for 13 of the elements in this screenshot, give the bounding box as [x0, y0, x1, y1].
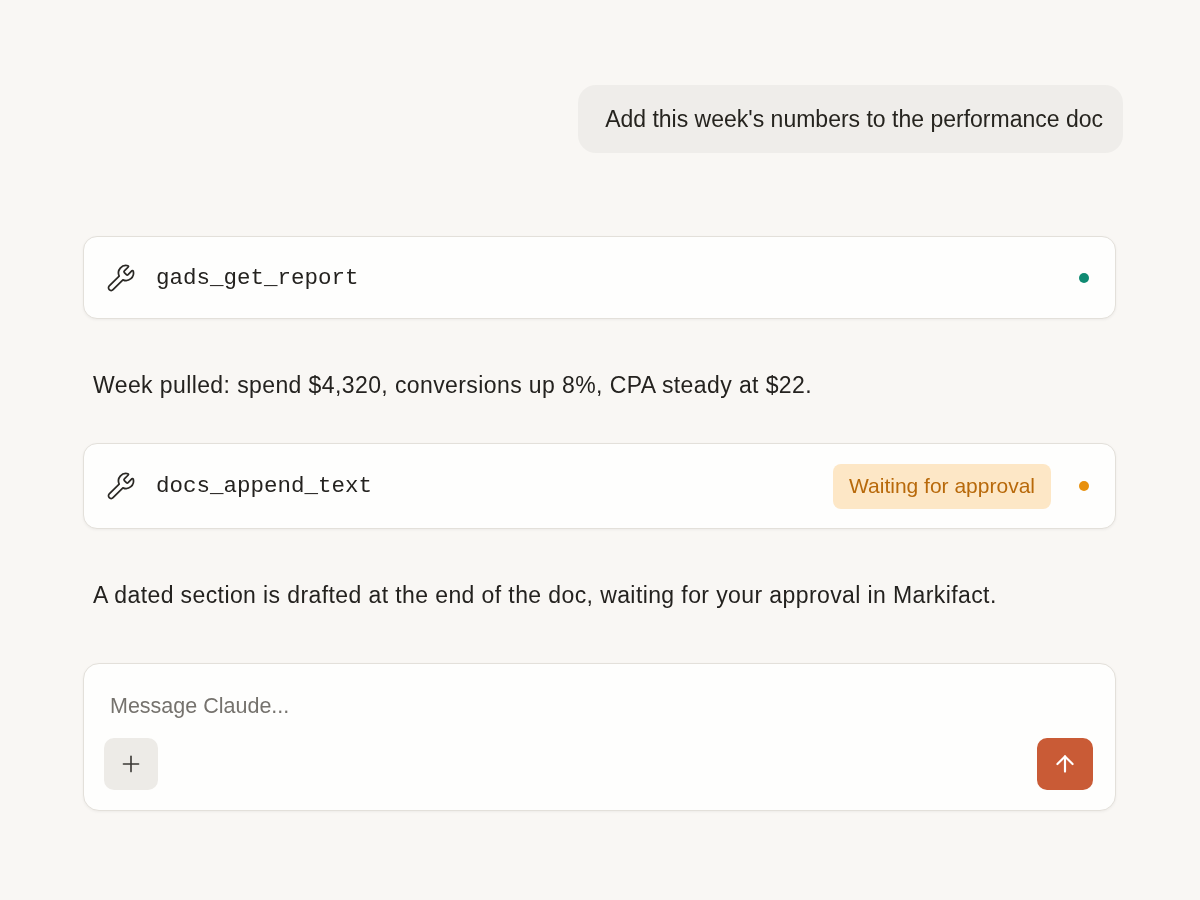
- add-button[interactable]: [104, 738, 158, 790]
- tool-name: gads_get_report: [156, 264, 360, 291]
- send-button[interactable]: [1037, 738, 1093, 790]
- assistant-message: Week pulled: spend $4,320, conversions up 8%, CPA steady at $22.: [92, 371, 814, 400]
- assistant-message: A dated section is drafted at the end of the doc, waiting for your approval in Markifact.: [92, 581, 998, 610]
- approval-status: Waiting for approval: [833, 463, 1051, 509]
- tool-call-card[interactable]: gads_get_report: [83, 236, 1116, 319]
- wrench-icon: [106, 471, 136, 501]
- wrench-icon: [106, 262, 136, 293]
- tool-call-card[interactable]: docs_append_text Waiting for approval: [83, 443, 1116, 529]
- tool-name: docs_append_text: [156, 473, 374, 499]
- message-input[interactable]: Message Claude...: [104, 690, 1093, 722]
- user-message: Add this week's numbers to the performance doc: [578, 85, 1123, 153]
